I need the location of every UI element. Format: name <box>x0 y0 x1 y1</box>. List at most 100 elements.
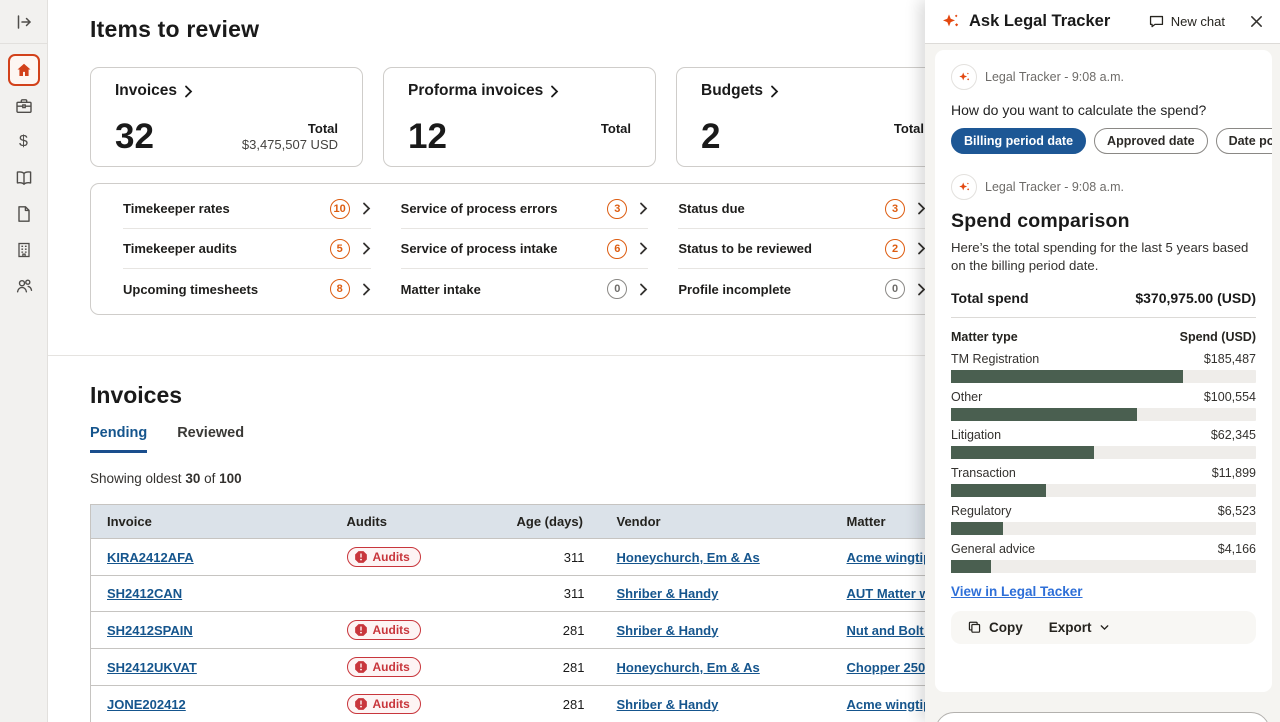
bar-track <box>951 484 1256 497</box>
card-total-label: Total <box>601 121 631 136</box>
card-count: 2 <box>701 119 720 154</box>
copy-button[interactable]: Copy <box>967 620 1023 635</box>
sidebar-item-spend[interactable]: $ <box>0 124 48 160</box>
view-in-legal-tracker-link[interactable]: View in Legal Tacker <box>951 584 1083 599</box>
chart-header-row: Matter type Spend (USD) <box>951 330 1256 344</box>
bar-track <box>951 560 1256 573</box>
card-title: Budgets <box>701 82 763 100</box>
review-item-label: Matter intake <box>401 282 608 297</box>
export-button[interactable]: Export <box>1049 620 1110 635</box>
review-item[interactable]: Service of process errors 3 <box>401 189 649 229</box>
expand-sidebar-icon[interactable] <box>0 4 47 40</box>
new-chat-button[interactable]: New chat <box>1148 13 1225 30</box>
chevron-right-icon <box>639 202 648 215</box>
matter-type-label: Regulatory <box>951 504 1011 518</box>
audits-badge[interactable]: Audits <box>347 694 421 714</box>
sidebar-item-home[interactable] <box>0 52 48 88</box>
invoice-link[interactable]: SH2412CAN <box>107 586 182 601</box>
ask-legal-tracker-panel: Ask Legal Tracker New chat Legal Tracker… <box>925 0 1280 722</box>
review-item-label: Service of process errors <box>401 201 608 216</box>
audits-badge[interactable]: Audits <box>347 547 421 567</box>
spend-value: $100,554 <box>1204 390 1256 404</box>
tab-pending[interactable]: Pending <box>90 425 147 453</box>
invoice-link[interactable]: SH2412UKVAT <box>107 660 197 675</box>
vendor-link[interactable]: Honeychurch, Em & As <box>617 660 760 675</box>
card-total-value <box>894 137 924 154</box>
tab-reviewed[interactable]: Reviewed <box>177 425 244 453</box>
alert-octagon-icon <box>354 660 368 674</box>
sidebar-item-people[interactable] <box>0 268 48 304</box>
review-item[interactable]: Upcoming timesheets 8 <box>123 269 371 309</box>
message-toolbar: Copy Export <box>951 611 1256 644</box>
answer-pill[interactable]: Billing period date <box>951 128 1086 154</box>
message-meta: Legal Tracker - 9:08 a.m. <box>951 174 1256 200</box>
invoice-link[interactable]: KIRA2412AFA <box>107 550 194 565</box>
invoice-link[interactable]: JONE202412 <box>107 697 186 712</box>
summary-card-budgets[interactable]: Budgets 2 Total <box>676 67 949 167</box>
chat-message-input[interactable] <box>935 712 1270 722</box>
chart-col-matter-type: Matter type <box>951 330 1018 344</box>
chevron-right-icon <box>362 283 371 296</box>
bar-track <box>951 522 1256 535</box>
sidebar-item-documents[interactable] <box>0 196 48 232</box>
invoice-link[interactable]: SH2412SPAIN <box>107 623 193 638</box>
chart-row: Regulatory $6,523 <box>951 504 1256 535</box>
bar-fill <box>951 484 1046 497</box>
vendor-link[interactable]: Shriber & Handy <box>617 586 719 601</box>
answer-pill[interactable]: Approved date <box>1094 128 1208 154</box>
chat-question: How do you want to calculate the spend? <box>951 102 1256 118</box>
card-count: 32 <box>115 119 154 154</box>
sidebar: $ <box>0 0 48 722</box>
spend-value: $11,899 <box>1212 466 1256 480</box>
vendor-link[interactable]: Honeychurch, Em & As <box>617 550 760 565</box>
building-icon <box>14 240 34 260</box>
sidebar-item-matters[interactable] <box>0 88 48 124</box>
chart-col-spend: Spend (USD) <box>1180 330 1256 344</box>
vendor-link[interactable]: Shriber & Handy <box>617 623 719 638</box>
bar-fill <box>951 370 1183 383</box>
count-badge: 3 <box>607 199 627 219</box>
matter-type-label: Other <box>951 390 982 404</box>
chart-row: Other $100,554 <box>951 390 1256 421</box>
count-badge: 0 <box>607 279 627 299</box>
summary-card-invoices[interactable]: Invoices 32 Total $3,475,507 USD <box>90 67 363 167</box>
matter-link[interactable]: Acme wingtip <box>847 550 932 565</box>
audits-badge[interactable]: Audits <box>347 620 421 640</box>
summary-card-proforma-invoices[interactable]: Proforma invoices 12 Total <box>383 67 656 167</box>
audits-badge[interactable]: Audits <box>347 657 421 677</box>
file-icon <box>14 204 34 224</box>
sidebar-item-vendors[interactable] <box>0 232 48 268</box>
card-total-value <box>601 137 631 154</box>
matter-link[interactable]: Nut and Bolt B <box>847 623 937 638</box>
review-item[interactable]: Timekeeper rates 10 <box>123 189 371 229</box>
review-item-label: Profile incomplete <box>678 282 885 297</box>
chevron-right-icon <box>639 242 648 255</box>
vendor-link[interactable]: Shriber & Handy <box>617 697 719 712</box>
answer-pill[interactable]: Date posted <box>1216 128 1272 154</box>
review-item[interactable]: Timekeeper audits 5 <box>123 229 371 269</box>
home-icon <box>8 54 40 86</box>
matter-link[interactable]: Acme wingtip <box>847 697 932 712</box>
bar-fill <box>951 560 991 573</box>
chevron-right-icon <box>362 202 371 215</box>
col-invoice: Invoice <box>91 505 331 539</box>
review-item[interactable]: Status to be reviewed 2 <box>678 229 926 269</box>
review-item[interactable]: Matter intake 0 <box>401 269 649 309</box>
card-total-label: Total <box>894 121 924 136</box>
total-spend-label: Total spend <box>951 290 1029 306</box>
review-item[interactable]: Profile incomplete 0 <box>678 269 926 309</box>
spend-value: $62,345 <box>1211 428 1256 442</box>
review-item[interactable]: Status due 3 <box>678 189 926 229</box>
sidebar-item-library[interactable] <box>0 160 48 196</box>
review-item-label: Upcoming timesheets <box>123 282 330 297</box>
chevron-right-icon <box>550 85 559 98</box>
card-total-value: $3,475,507 USD <box>242 137 338 154</box>
audits-badge-label: Audits <box>373 550 410 564</box>
bar-fill <box>951 522 1003 535</box>
alert-octagon-icon <box>354 550 368 564</box>
age-days-cell: 311 <box>501 576 601 612</box>
book-icon <box>14 168 34 188</box>
review-item-label: Timekeeper rates <box>123 201 330 216</box>
review-item[interactable]: Service of process intake 6 <box>401 229 649 269</box>
close-icon[interactable] <box>1249 14 1264 29</box>
